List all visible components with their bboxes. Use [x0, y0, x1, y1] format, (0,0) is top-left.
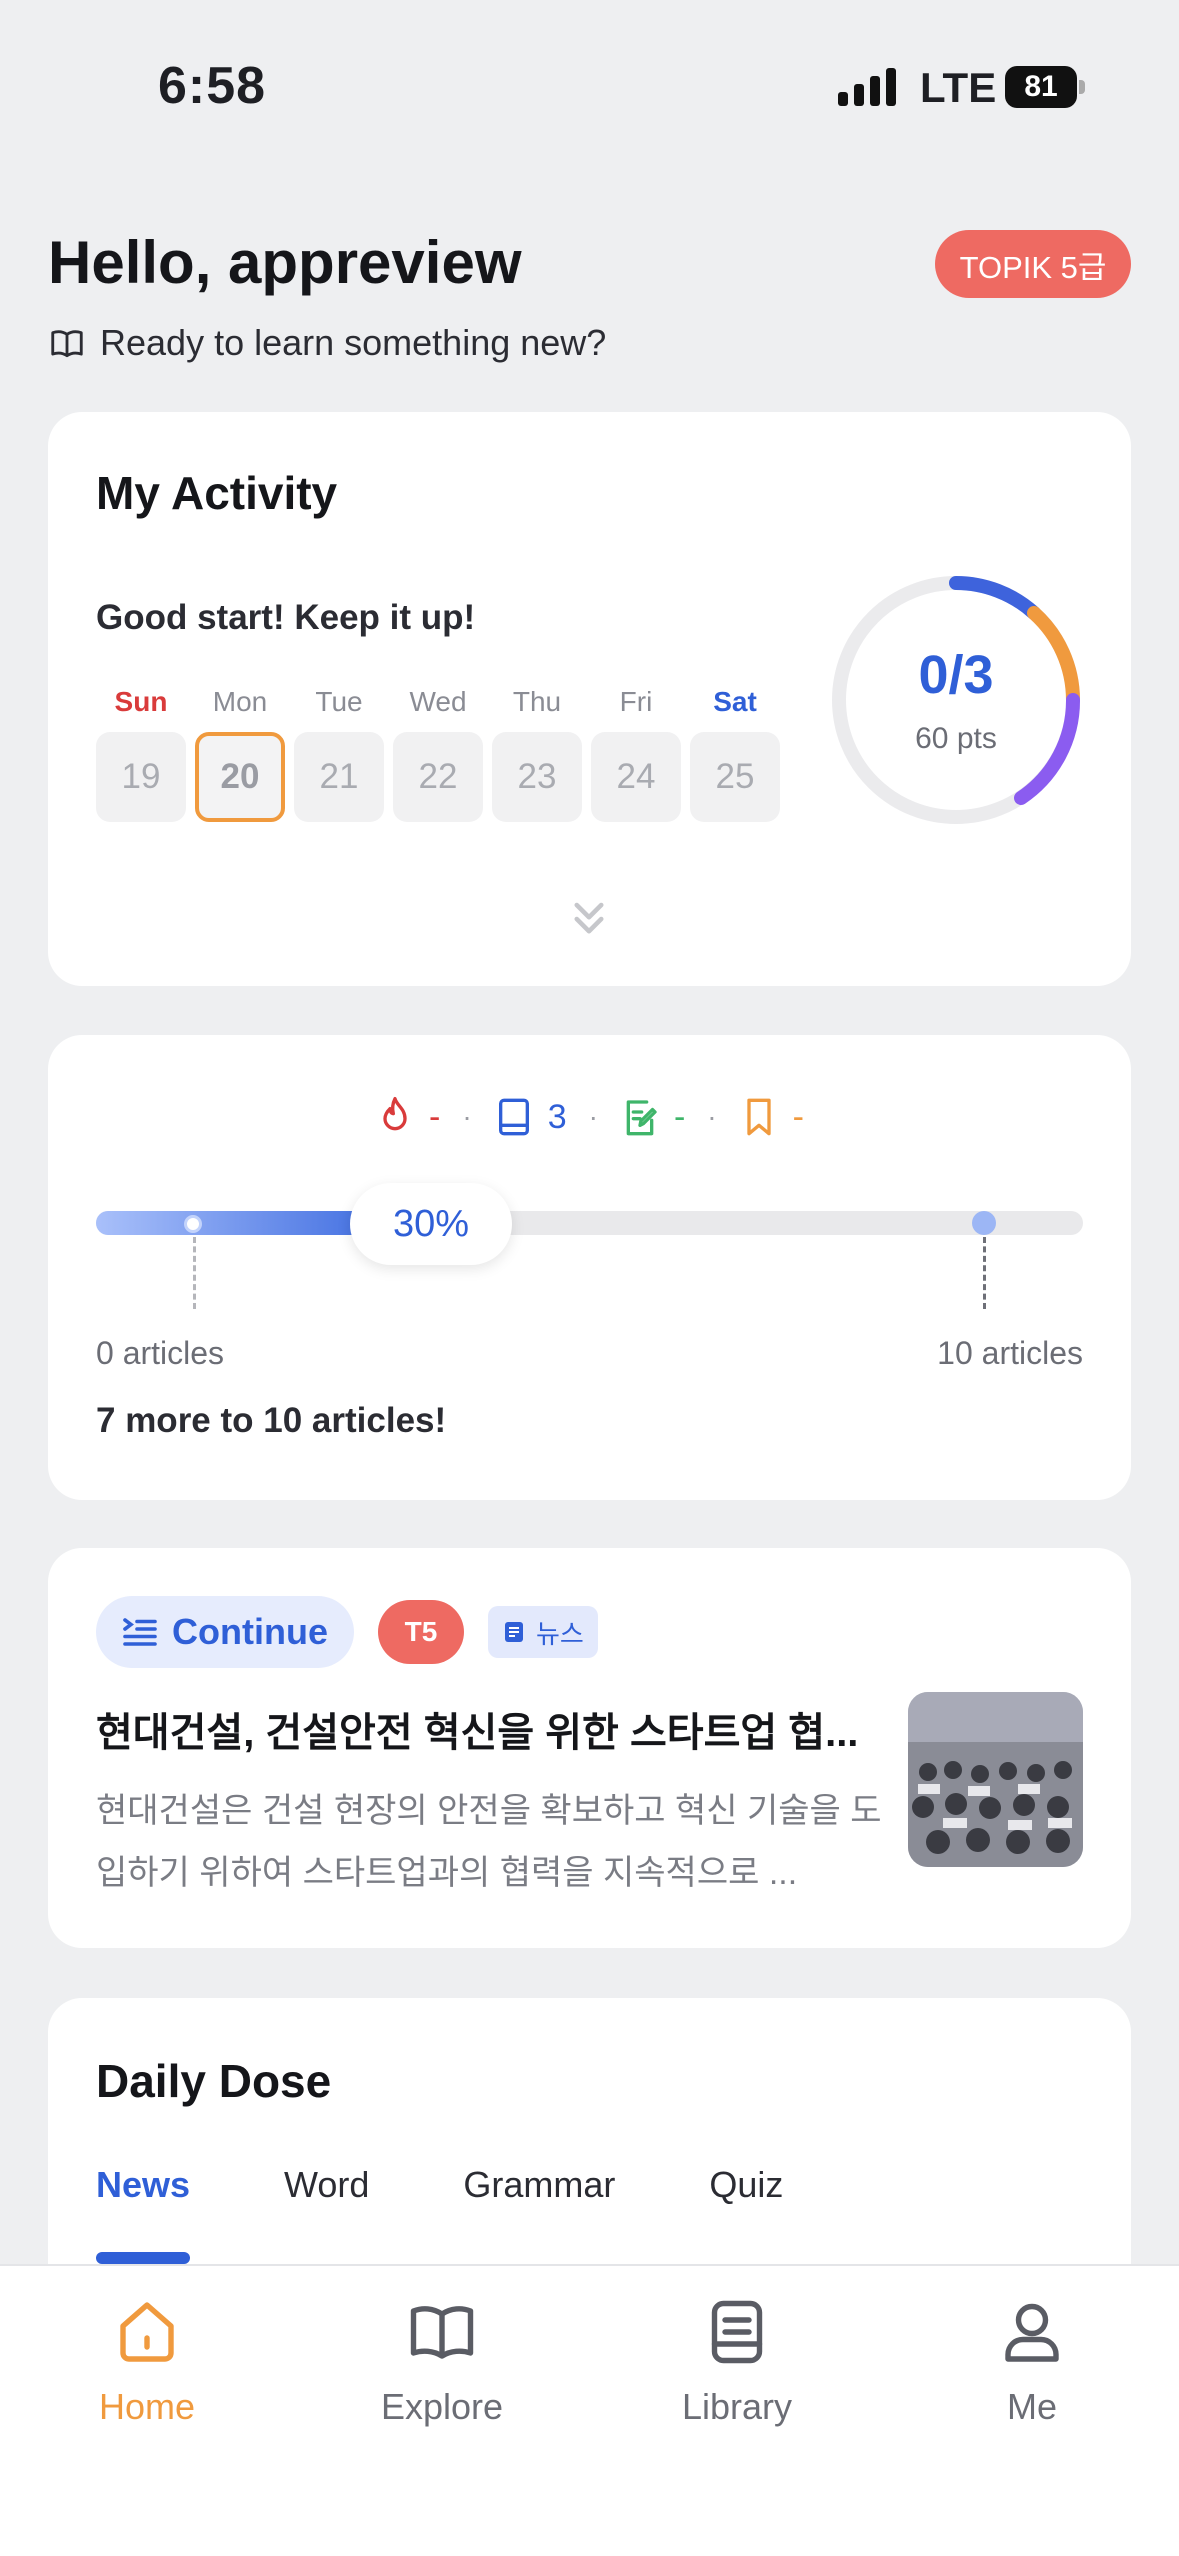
flame-icon: [383, 1096, 407, 1131]
book-icon: [51, 330, 83, 358]
day-label: Tue: [315, 686, 363, 717]
battery-level: 81: [1005, 66, 1077, 108]
tab-news[interactable]: News: [96, 2164, 190, 2206]
article-tags: Continue T5 뉴스: [96, 1596, 598, 1668]
streak-stat[interactable]: -: [375, 1095, 440, 1139]
progress-goal-marker: [972, 1211, 996, 1235]
ring-value: 0/3: [918, 645, 994, 705]
day-label: Mon: [212, 686, 268, 717]
day-tue[interactable]: Tue 21: [294, 682, 384, 822]
progress-percent: 30%: [350, 1183, 512, 1265]
day-number: 24: [591, 732, 681, 822]
continue-label: Continue: [172, 1611, 328, 1652]
nav-me-label: Me: [1006, 2386, 1057, 2427]
day-number: 21: [294, 732, 384, 822]
battery-icon: 81: [1005, 66, 1085, 108]
greeting-title: Hello, appreview: [48, 229, 522, 296]
day-sat[interactable]: Sat 25: [690, 682, 780, 822]
greeting-subtitle: Ready to learn something new?: [48, 322, 606, 364]
news-icon: [504, 1622, 523, 1642]
progress-goal-label: 10 articles: [937, 1335, 1083, 1371]
library-icon: [711, 2300, 763, 2364]
continue-article-card[interactable]: Continue T5 뉴스 현대건설, 건설안전 혁신을 위한 스타트업 협.…: [48, 1548, 1131, 1948]
day-number: 23: [492, 732, 582, 822]
person-icon: [1005, 2303, 1059, 2362]
start-dash: [193, 1237, 196, 1309]
tab-quiz[interactable]: Quiz: [709, 2164, 783, 2206]
bookmark-stat[interactable]: -: [739, 1095, 804, 1139]
level-tag: T5: [377, 1600, 464, 1664]
separator: ·: [707, 1101, 717, 1132]
bottom-nav: Home Explore Library Me: [0, 2264, 1179, 2556]
tab-grammar[interactable]: Grammar: [463, 2164, 615, 2206]
article-thumbnail[interactable]: [908, 1692, 1083, 1867]
status-time: 6:58: [158, 57, 267, 115]
day-number: 22: [393, 732, 483, 822]
quiz-value: -: [673, 1097, 686, 1136]
level-badge[interactable]: TOPIK 5급: [935, 230, 1131, 298]
book-open-icon: [410, 2306, 474, 2359]
quiz-stat[interactable]: -: [620, 1095, 685, 1139]
home-icon: [120, 2302, 174, 2362]
expand-chevron-icon[interactable]: [568, 896, 610, 942]
day-label: Fri: [619, 686, 653, 717]
nav-explore-label: Explore: [380, 2386, 504, 2427]
subtitle-text: Ready to learn something new?: [100, 322, 607, 363]
progress-start-label: 0 articles: [96, 1335, 225, 1371]
separator: ·: [588, 1101, 598, 1132]
day-thu[interactable]: Thu 23: [492, 682, 582, 822]
nav-library-label: Library: [681, 2386, 793, 2427]
nav-home[interactable]: Home: [47, 2296, 247, 2428]
progress-fill: [96, 1211, 393, 1235]
bookmark-value: -: [792, 1097, 804, 1136]
day-label: Wed: [409, 686, 467, 717]
article-title[interactable]: 현대건설, 건설안전 혁신을 위한 스타트업 협...: [96, 1700, 920, 1758]
daily-dose-title: Daily Dose: [96, 2055, 332, 2107]
streak-value: -: [429, 1097, 441, 1136]
activity-message: Good start! Keep it up!: [96, 598, 476, 637]
day-label: Thu: [512, 686, 562, 717]
tab-word[interactable]: Word: [284, 2164, 369, 2206]
category-label: 뉴스: [535, 1618, 584, 1649]
day-fri[interactable]: Fri 24: [591, 682, 681, 822]
activity-title: My Activity: [96, 467, 338, 519]
active-tab-indicator: [96, 2252, 190, 2264]
list-indent-icon: [123, 1618, 157, 1646]
nav-library[interactable]: Library: [637, 2296, 837, 2428]
category-tag: 뉴스: [487, 1606, 598, 1658]
edit-note-icon: [626, 1100, 657, 1136]
progress-start-marker: [184, 1215, 202, 1233]
day-sun[interactable]: Sun 19: [96, 682, 186, 822]
bookmark-icon: [746, 1098, 771, 1136]
read-value: 3: [547, 1097, 567, 1136]
separator: ·: [462, 1101, 472, 1132]
day-label: Sun: [114, 686, 168, 717]
goal-dash: [983, 1237, 986, 1309]
day-label: Sat: [713, 686, 757, 717]
reading-book-icon: [498, 1098, 529, 1136]
day-number-today: 20: [195, 732, 285, 822]
progress-message: 7 more to 10 articles!: [96, 1401, 447, 1440]
progress-track: [96, 1211, 1083, 1235]
day-number: 25: [690, 732, 780, 822]
network-label: LTE: [920, 64, 997, 111]
ring-points: 60 pts: [915, 722, 997, 755]
stats-row: - · 3 · - · -: [48, 1095, 1131, 1139]
article-summary: 현대건설은 건설 현장의 안전을 확보하고 혁신 기술을 도입하기 위하여 스타…: [96, 1792, 882, 1892]
day-number: 19: [96, 732, 186, 822]
progress-card: - · 3 · - · - 30% 0 articles 10 articles…: [48, 1035, 1131, 1500]
week-calendar: Sun 19 Mon 20 Tue 21 Wed 22 Thu 23 Fri 24 Sat 2…: [96, 682, 780, 822]
daily-tabs: News Word Grammar Quiz: [96, 2164, 877, 2206]
day-mon[interactable]: Mon 20: [195, 682, 285, 822]
nav-me[interactable]: Me: [932, 2296, 1132, 2428]
activity-card: My Activity Good start! Keep it up! Sun 1…: [48, 412, 1131, 986]
continue-button[interactable]: Continue: [96, 1596, 354, 1668]
status-bar: 6:58 LTE 81: [0, 0, 1179, 150]
nav-home-label: Home: [98, 2386, 196, 2427]
ring-segment-blue: [949, 576, 1041, 620]
signal-icon: [838, 68, 896, 106]
day-wed[interactable]: Wed 22: [393, 682, 483, 822]
nav-explore[interactable]: Explore: [342, 2296, 542, 2428]
read-stat[interactable]: 3: [494, 1095, 567, 1139]
